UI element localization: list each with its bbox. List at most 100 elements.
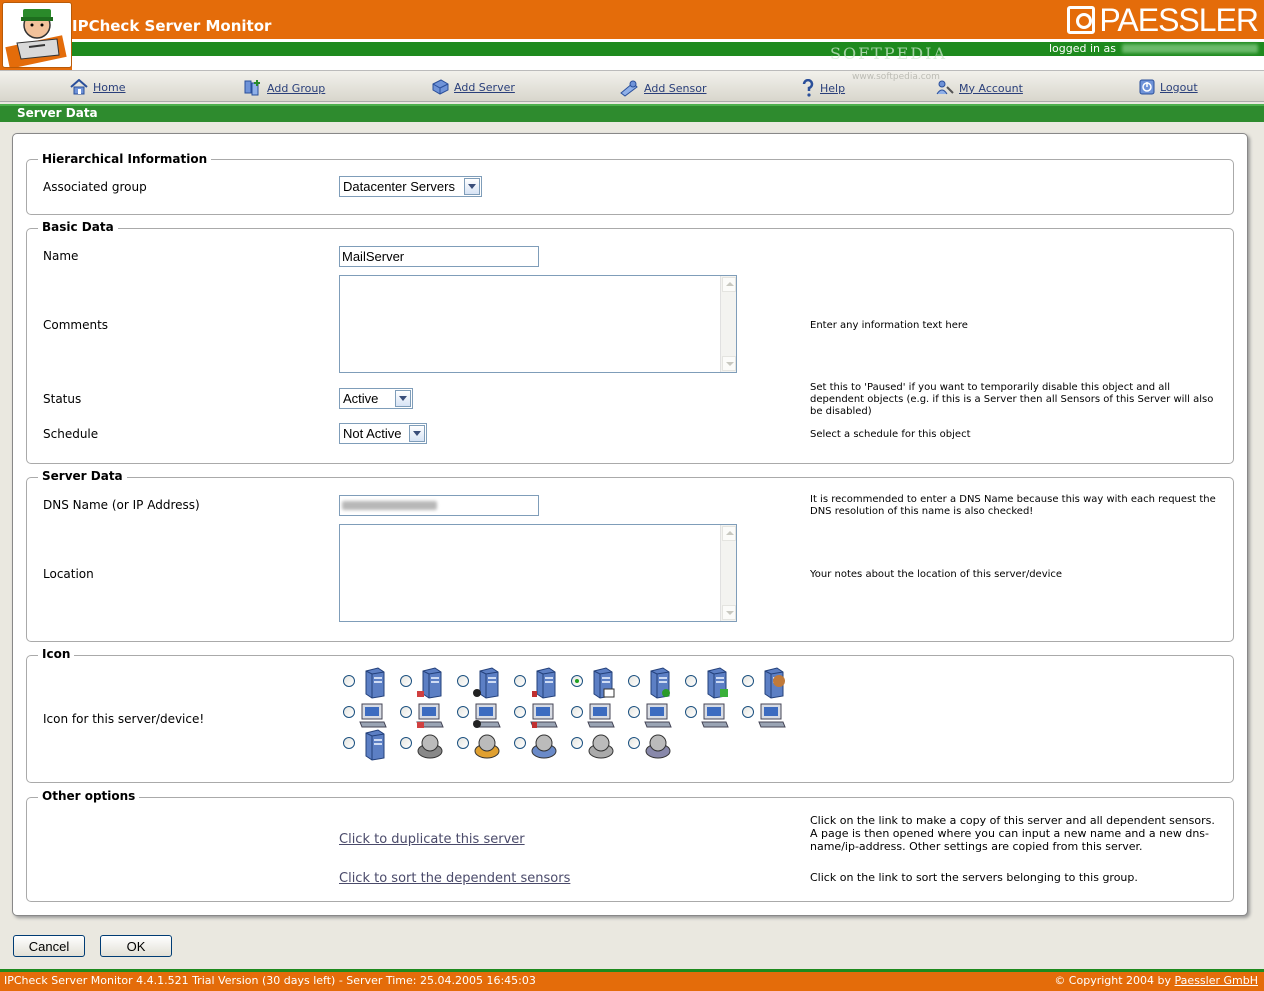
icon-option-radio[interactable] [628, 737, 640, 749]
server-device-icon[interactable] [415, 729, 445, 761]
status-hint: Set this to 'Paused' if you want to temp… [810, 382, 1214, 417]
server-device-icon[interactable] [586, 667, 616, 699]
nav-add-group[interactable]: Add Group [244, 79, 325, 97]
scroll-up-icon[interactable] [722, 277, 736, 292]
server-device-icon[interactable] [472, 729, 502, 761]
icon-option-radio[interactable] [742, 706, 754, 718]
associated-group-select[interactable]: Datacenter Servers [339, 176, 482, 197]
legend-other-options: Other options [38, 789, 140, 803]
icon-option-radio[interactable] [571, 706, 583, 718]
icon-option-radio[interactable] [514, 675, 526, 687]
ok-button[interactable]: OK [100, 935, 172, 957]
legend-basic-data: Basic Data [38, 220, 118, 234]
duplicate-server-link[interactable]: Click to duplicate this server [339, 832, 525, 847]
legend-hierarchical: Hierarchical Information [38, 152, 212, 166]
icon-option-radio[interactable] [742, 675, 754, 687]
nav-add-server[interactable]: Add Server [431, 79, 515, 95]
paessler-brand: PAESSLER [1067, 2, 1259, 38]
icon-option-radio[interactable] [457, 706, 469, 718]
icon-option-radio[interactable] [400, 737, 412, 749]
dns-label: DNS Name (or IP Address) [43, 498, 200, 512]
icon-option-radio[interactable] [628, 675, 640, 687]
app-title: IPCheck Server Monitor [72, 17, 272, 35]
fieldset-hierarchical [26, 159, 1234, 215]
server-device-icon[interactable] [472, 667, 502, 699]
server-device-icon[interactable] [358, 667, 388, 699]
dns-input[interactable] [339, 495, 539, 516]
icon-option-radio[interactable] [343, 706, 355, 718]
watermark: SOFTPEDIA [830, 44, 947, 63]
dropdown-arrow-icon [409, 425, 425, 442]
scroll-down-icon[interactable] [722, 356, 736, 371]
paessler-logo-icon [1067, 6, 1096, 34]
server-device-icon[interactable] [415, 698, 445, 730]
icon-option-radio[interactable] [343, 737, 355, 749]
location-textarea[interactable] [339, 524, 737, 622]
nav-help[interactable]: Help [801, 79, 845, 97]
cancel-button[interactable]: Cancel [13, 935, 85, 957]
logout-icon [1139, 79, 1155, 95]
icon-option-radio[interactable] [514, 706, 526, 718]
paessler-link[interactable]: Paessler GmbH [1175, 974, 1258, 987]
icon-option-radio[interactable] [457, 675, 469, 687]
server-device-icon[interactable] [472, 698, 502, 730]
server-device-icon[interactable] [529, 667, 559, 699]
nav-add-sensor[interactable]: Add Sensor [619, 79, 707, 97]
icon-option-radio[interactable] [628, 706, 640, 718]
comments-textarea[interactable] [339, 275, 737, 373]
server-device-icon[interactable] [700, 698, 730, 730]
name-label: Name [43, 249, 79, 263]
server-device-icon[interactable] [643, 698, 673, 730]
comments-scrollbar[interactable] [720, 276, 736, 372]
duplicate-hint: Click on the link to make a copy of this… [810, 814, 1215, 853]
comments-label: Comments [43, 318, 109, 332]
sort-sensors-link[interactable]: Click to sort the dependent sensors [339, 871, 570, 886]
server-device-icon[interactable] [529, 729, 559, 761]
status-label: Status [43, 392, 82, 406]
icon-option-radio[interactable] [685, 675, 697, 687]
dropdown-arrow-icon [464, 178, 480, 195]
name-input[interactable]: MailServer [339, 246, 539, 267]
server-device-icon[interactable] [643, 667, 673, 699]
server-device-icon[interactable] [586, 729, 616, 761]
status-select[interactable]: Active [339, 388, 413, 409]
icon-option-radio[interactable] [514, 737, 526, 749]
icon-option-radio[interactable] [685, 706, 697, 718]
server-device-icon[interactable] [529, 698, 559, 730]
scroll-down-icon[interactable] [722, 605, 736, 620]
icon-option-radio[interactable] [400, 675, 412, 687]
nav-home[interactable]: Home [70, 79, 125, 95]
schedule-label: Schedule [43, 427, 99, 441]
footer-copyright: © Copyright 2004 by Paessler GmbH [1054, 974, 1258, 987]
schedule-hint: Select a schedule for this object [810, 429, 971, 440]
server-device-icon[interactable] [700, 667, 730, 699]
icon-option-radio[interactable] [343, 675, 355, 687]
status-footer: IPCheck Server Monitor 4.4.1.521 Trial V… [0, 969, 1264, 991]
server-device-icon[interactable] [415, 667, 445, 699]
icon-option-radio[interactable] [571, 737, 583, 749]
server-device-icon[interactable] [643, 729, 673, 761]
scroll-up-icon[interactable] [722, 526, 736, 541]
location-scrollbar[interactable] [720, 525, 736, 621]
location-label: Location [43, 567, 94, 581]
schedule-select[interactable]: Not Active [339, 423, 427, 444]
logo-mascot-icon [5, 9, 67, 67]
location-hint: Your notes about the location of this se… [810, 569, 1063, 580]
icon-option-radio[interactable] [400, 706, 412, 718]
house-icon [70, 79, 88, 95]
nav-logout[interactable]: Logout [1139, 79, 1198, 95]
icon-option-radio[interactable] [571, 675, 583, 687]
server-device-icon[interactable] [358, 729, 388, 761]
icon-option-radio[interactable] [457, 737, 469, 749]
server-device-icon[interactable] [358, 698, 388, 730]
footer-version: IPCheck Server Monitor 4.4.1.521 Trial V… [4, 974, 536, 987]
brand-text: PAESSLER [1099, 2, 1259, 38]
server-device-icon[interactable] [757, 698, 787, 730]
group-icon [244, 80, 260, 96]
watermark-url: www.softpedia.com [852, 72, 940, 82]
server-device-icon[interactable] [757, 667, 787, 699]
nav-my-account[interactable]: My Account [936, 79, 1023, 97]
blurred-ip [342, 501, 437, 510]
server-device-icon[interactable] [586, 698, 616, 730]
dns-hint: It is recommended to enter a DNS Name be… [810, 494, 1216, 517]
